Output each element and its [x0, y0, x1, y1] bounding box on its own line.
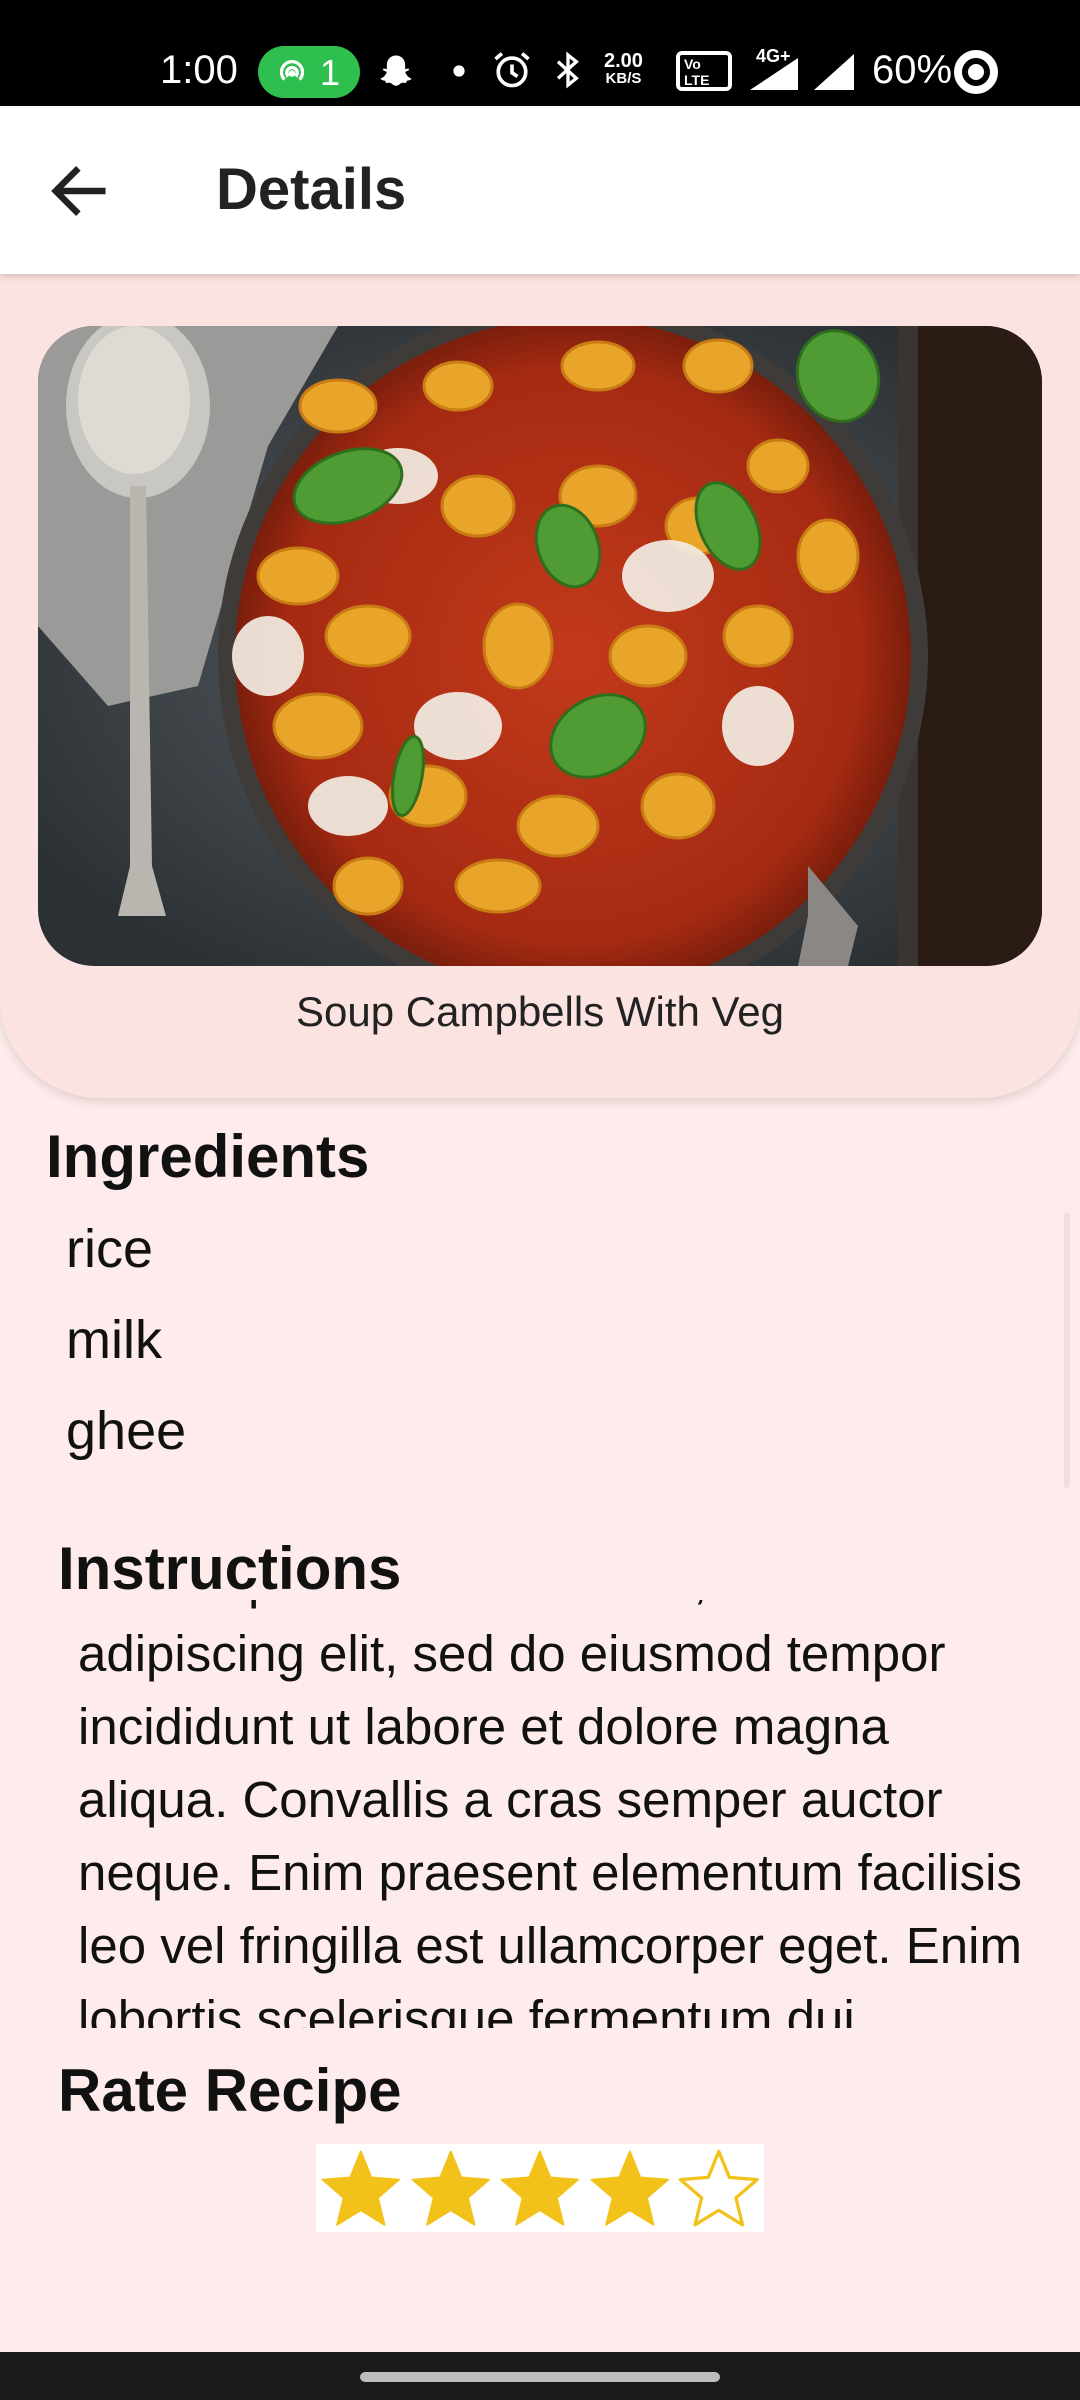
star-filled-icon[interactable] [317, 2146, 405, 2230]
dot-icon [453, 65, 465, 77]
star-filled-icon[interactable] [496, 2146, 584, 2230]
instructions-scroll-area[interactable]: Lorem ipsum dolor sit amet, consectetur … [78, 1600, 1038, 2028]
hotspot-count: 1 [320, 52, 341, 93]
alarm-icon [494, 52, 530, 88]
rate-recipe-heading: Rate Recipe [58, 2057, 402, 2124]
network-speed: 2.00 KB/S [604, 50, 643, 88]
app-bar: Details [0, 106, 1080, 274]
hotspot-badge: 1 [258, 46, 360, 98]
home-gesture-handle[interactable] [360, 2372, 720, 2382]
star-empty-icon[interactable] [675, 2146, 763, 2230]
ingredients-heading: Ingredients [46, 1123, 370, 1190]
speed-value: 2.00 [604, 50, 643, 72]
wifi-signal-icon [814, 54, 854, 90]
star-filled-icon[interactable] [407, 2146, 495, 2230]
speed-unit: KB/S [605, 70, 642, 87]
battery-percent: 60% [872, 48, 953, 92]
instructions-text: Lorem ipsum dolor sit amet, consectetur … [78, 1600, 1022, 2028]
hotspot-icon [279, 60, 305, 81]
snapchat-icon [380, 55, 412, 86]
status-bar: 1:00 1 2.00 KB/S Vo LTE 4G+ 60% [0, 0, 1080, 106]
status-time: 1:00 [160, 48, 238, 92]
star-filled-icon[interactable] [586, 2146, 674, 2230]
ingredient-item: ghee [66, 1401, 187, 1461]
recipe-card: Soup Campbells With Veg [0, 274, 1080, 1098]
recipe-name: Soup Campbells With Veg [296, 988, 784, 1035]
ingredient-item: rice [66, 1219, 154, 1279]
svg-text:LTE: LTE [684, 72, 709, 88]
navigation-bar [0, 2352, 1080, 2400]
bluetooth-icon [556, 51, 579, 89]
recipe-image [38, 326, 1042, 966]
svg-text:Vo: Vo [684, 56, 701, 72]
instructions-heading: Instructions [58, 1535, 402, 1602]
ingredient-item: milk [66, 1310, 162, 1370]
volte-icon: Vo LTE [676, 51, 732, 91]
signal-icon [750, 58, 798, 90]
ingredients-list: rice milk ghee [66, 1214, 186, 1487]
arrow-left-icon[interactable] [44, 156, 114, 226]
page-title: Details [216, 157, 407, 222]
battery-icon [954, 50, 998, 94]
rating-bar[interactable] [316, 2144, 764, 2232]
ingredients-scrollbar[interactable] [1064, 1212, 1070, 1488]
